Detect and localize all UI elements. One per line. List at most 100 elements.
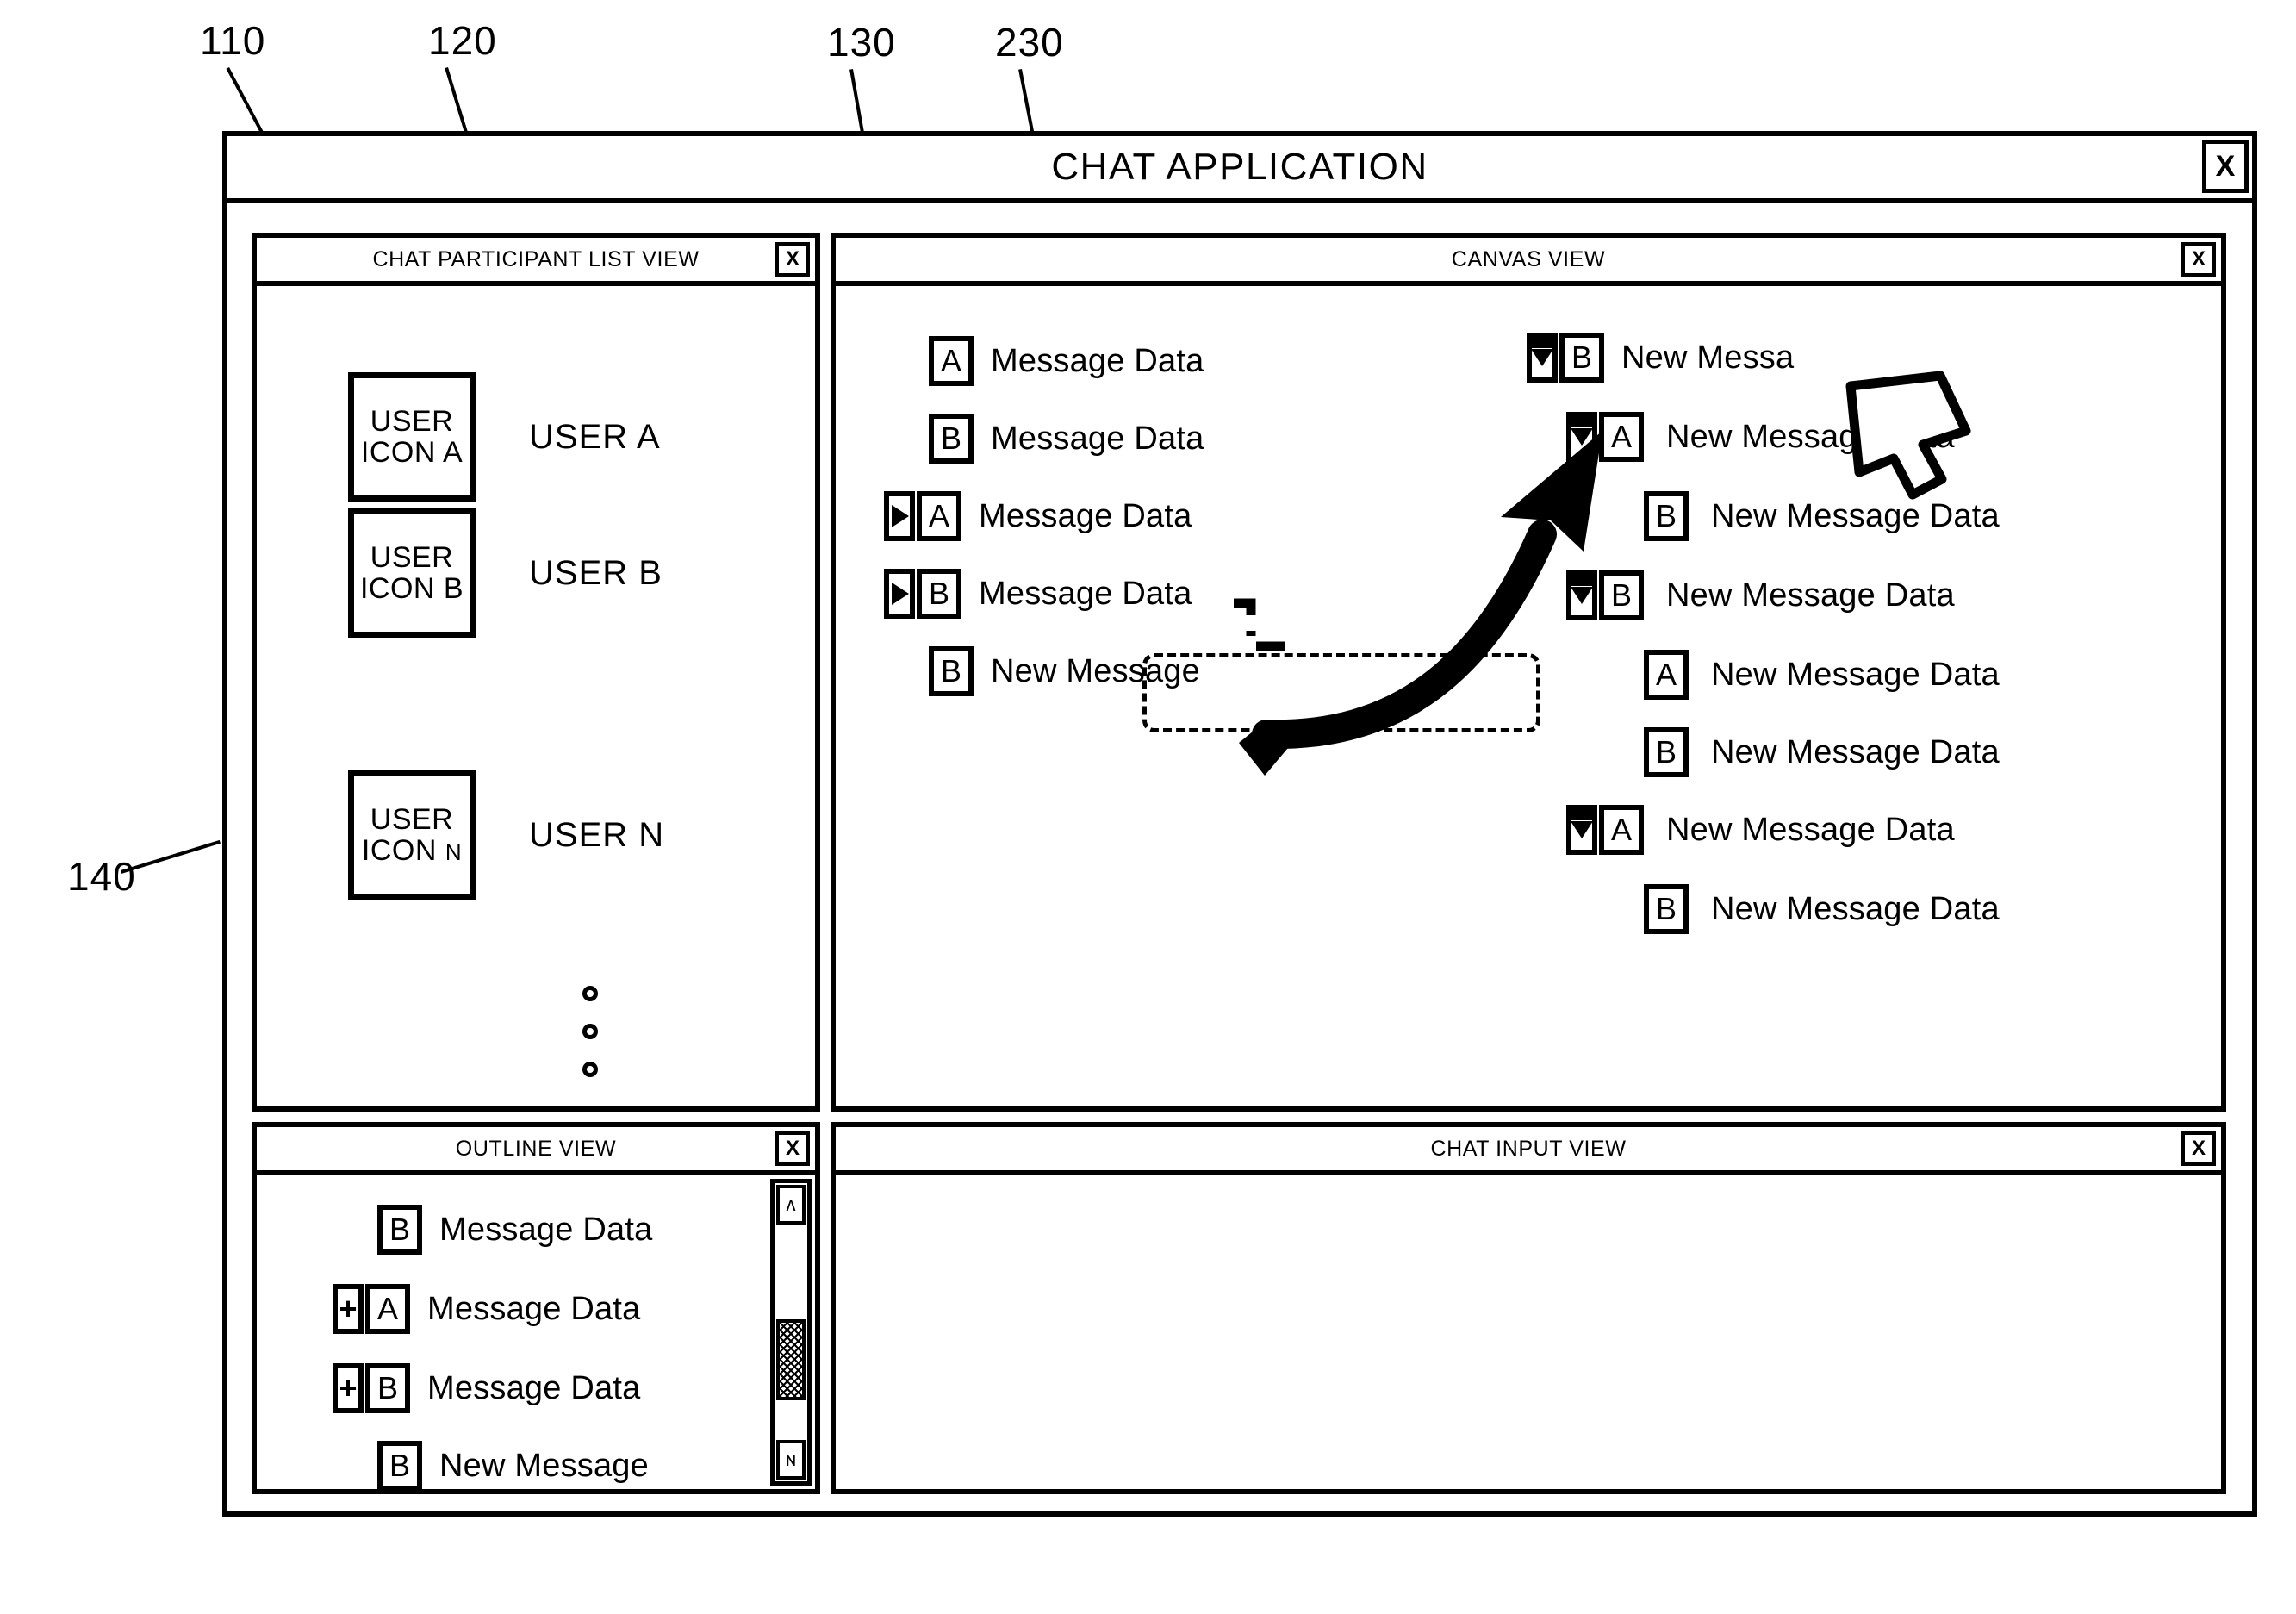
avatar: B — [1644, 884, 1689, 934]
table-row[interactable]: B New Messa — [1527, 333, 1794, 383]
user-icon-line1: USER — [370, 404, 454, 438]
avatar: A — [929, 336, 974, 386]
outline-view-body: B Message Data + A Message Data + B Mess… — [257, 1175, 815, 1489]
avatar: B — [917, 569, 961, 619]
message-text: New Message Data — [1711, 656, 2000, 693]
expand-plus-icon[interactable]: + — [333, 1284, 364, 1334]
list-item[interactable]: B Message Data — [377, 1205, 652, 1255]
chat-input-body[interactable] — [836, 1175, 2221, 1489]
list-item[interactable]: + A Message Data — [333, 1284, 640, 1334]
scroll-down-arrow-icon[interactable]: ɴ — [776, 1440, 806, 1480]
table-row[interactable]: B New Message Data — [1644, 727, 2000, 777]
canvas-view-titlebar: CANVAS VIEW — [836, 238, 2221, 286]
table-row[interactable]: B New Message Data — [1566, 570, 1955, 620]
table-row[interactable]: A Message Data — [929, 336, 1204, 386]
message-text: New Messa — [1621, 339, 1795, 376]
reference-numeral-110: 110 — [200, 18, 266, 63]
chat-application-window: CHAT APPLICATION X CHAT PARTICIPANT LIST… — [222, 131, 2257, 1517]
table-row[interactable]: A New Message Data — [1566, 412, 1955, 462]
message-text: Message Data — [427, 1290, 641, 1327]
table-row[interactable]: B New Message Data — [1644, 884, 2000, 934]
page-title: CHAT APPLICATION — [1051, 146, 1428, 188]
avatar: B — [1559, 333, 1604, 383]
avatar: A — [917, 491, 961, 541]
participant-name: USER B — [529, 553, 663, 592]
reference-numeral-230: 230 — [995, 20, 1064, 65]
avatar: A — [1599, 805, 1644, 855]
avatar: A — [1599, 412, 1644, 462]
chat-input-field[interactable] — [836, 1175, 2221, 1489]
collapse-triangle-down-icon[interactable] — [1566, 412, 1597, 462]
reference-numeral-130: 130 — [827, 20, 896, 65]
expand-triangle-right-icon[interactable] — [884, 569, 915, 619]
table-row[interactable]: A New Message Data — [1566, 805, 1955, 855]
application-close-button[interactable]: X — [2202, 140, 2249, 193]
avatar: USER ICON A — [348, 372, 476, 502]
participant-list-close-button[interactable]: X — [775, 242, 810, 277]
ellipsis-dot — [582, 1024, 598, 1039]
canvas-view-title: CANVAS VIEW — [1451, 246, 1606, 271]
avatar: B — [365, 1363, 410, 1413]
message-text: New Message — [991, 652, 1200, 689]
ellipsis-indicator — [582, 986, 598, 1077]
message-text: Message Data — [439, 1211, 653, 1248]
chat-participant-list-view: CHAT PARTICIPANT LIST VIEW X USER ICON A… — [252, 233, 820, 1112]
collapse-triangle-down-icon[interactable] — [1527, 333, 1558, 383]
list-item[interactable]: B New Message — [377, 1441, 649, 1489]
collapse-triangle-down-icon[interactable] — [1566, 570, 1597, 620]
scrollbar-track[interactable] — [776, 1226, 806, 1438]
scroll-up-arrow-icon[interactable]: ʌ — [776, 1185, 806, 1225]
expand-plus-icon[interactable]: + — [333, 1363, 364, 1413]
message-text: New Message Data — [1711, 733, 2000, 770]
list-item[interactable]: + B Message Data — [333, 1363, 640, 1413]
message-text: Message Data — [991, 342, 1204, 379]
list-item[interactable]: USER ICON A USER A — [348, 372, 661, 502]
participant-list-titlebar: CHAT PARTICIPANT LIST VIEW — [257, 238, 815, 286]
collapse-triangle-down-icon[interactable] — [1566, 805, 1597, 855]
outline-view-titlebar: OUTLINE VIEW — [257, 1127, 815, 1175]
avatar: A — [365, 1284, 410, 1334]
message-text: New Message Data — [1711, 497, 2000, 534]
table-row[interactable]: B New Message Data — [1644, 491, 2000, 541]
chat-input-close-button[interactable]: X — [2181, 1131, 2216, 1166]
scrollbar[interactable]: ʌ ɴ — [770, 1179, 812, 1486]
chat-input-title: CHAT INPUT VIEW — [1430, 1136, 1627, 1161]
message-text: New Message Data — [1666, 418, 1955, 455]
list-item[interactable]: USER ICON N USER N — [348, 770, 664, 900]
avatar: A — [1644, 650, 1689, 700]
reference-numeral-140: 140 — [67, 854, 136, 899]
ellipsis-dot — [582, 1062, 598, 1077]
message-text: New Message Data — [1666, 811, 1955, 848]
outline-view-close-button[interactable]: X — [775, 1131, 810, 1166]
table-row[interactable]: B New Message — [929, 646, 1200, 696]
avatar: USER ICON N — [348, 770, 476, 900]
avatar: B — [377, 1441, 422, 1489]
message-text: New Message Data — [1666, 576, 1955, 614]
table-row[interactable]: B Message Data — [884, 569, 1192, 619]
user-icon-line2: ICON B — [359, 572, 464, 605]
avatar: B — [929, 414, 974, 464]
message-text: Message Data — [979, 575, 1192, 612]
message-text: New Message — [439, 1447, 649, 1484]
message-text: Message Data — [979, 497, 1192, 534]
table-row[interactable]: A Message Data — [884, 491, 1192, 541]
chat-input-titlebar: CHAT INPUT VIEW — [836, 1127, 2221, 1175]
expand-triangle-right-icon[interactable] — [884, 491, 915, 541]
outline-view: OUTLINE VIEW X B Message Data + A Messag… — [252, 1122, 820, 1494]
canvas-view-body: A Message Data B Message Data A Message … — [836, 286, 2221, 1106]
table-row[interactable]: A New Message Data — [1644, 650, 2000, 700]
participant-name: USER N — [529, 815, 665, 854]
participant-list-body: USER ICON A USER A USER ICON B USER B US… — [257, 286, 815, 1106]
scrollbar-thumb[interactable] — [776, 1319, 806, 1400]
canvas-view-close-button[interactable]: X — [2181, 242, 2216, 277]
avatar: B — [929, 646, 974, 696]
avatar: B — [1644, 727, 1689, 777]
participant-list-title: CHAT PARTICIPANT LIST VIEW — [372, 246, 700, 271]
message-text: Message Data — [427, 1369, 641, 1406]
table-row[interactable]: B Message Data — [929, 414, 1204, 464]
user-icon-line1: USER — [370, 540, 454, 574]
list-item[interactable]: USER ICON B USER B — [348, 508, 663, 638]
user-icon-line2: ICON A — [360, 436, 464, 469]
participant-name: USER A — [529, 417, 661, 456]
ellipsis-dot — [582, 986, 598, 1001]
